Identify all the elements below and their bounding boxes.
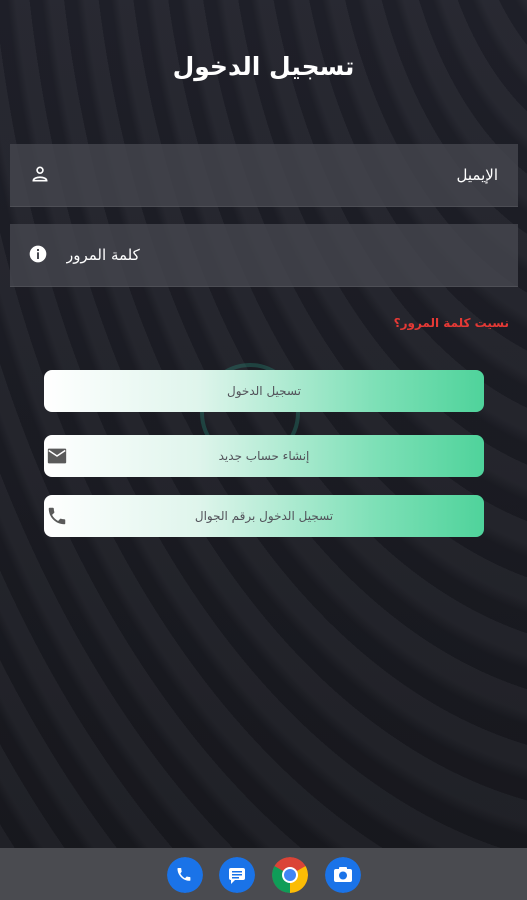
system-dock xyxy=(0,848,527,900)
create-account-label: إنشاء حساب جديد xyxy=(218,449,310,463)
messages-app-icon[interactable] xyxy=(219,857,255,893)
login-button[interactable]: تسجيل الدخول xyxy=(44,370,484,412)
person-icon xyxy=(32,166,48,182)
email-field-container[interactable] xyxy=(10,144,518,207)
phone-login-label: تسجيل الدخول برقم الجوال xyxy=(194,509,334,523)
info-icon xyxy=(29,245,47,263)
password-input[interactable] xyxy=(10,224,518,286)
page-title: تسجيل الدخول xyxy=(172,52,355,81)
phone-login-button[interactable]: تسجيل الدخول برقم الجوال xyxy=(44,495,484,537)
camera-app-icon[interactable] xyxy=(325,857,361,893)
create-account-button[interactable]: إنشاء حساب جديد xyxy=(44,435,484,477)
chrome-app-icon[interactable] xyxy=(272,857,308,893)
forgot-password-link[interactable]: نسيت كلمة المرور؟ xyxy=(394,316,509,330)
login-screen: تسجيل الدخول نسيت كلمة المرور؟ تسجيل الد… xyxy=(0,0,527,848)
email-input[interactable] xyxy=(10,144,518,206)
password-field-container[interactable] xyxy=(10,224,518,287)
phone-app-icon[interactable] xyxy=(167,857,203,893)
mail-icon xyxy=(47,448,67,464)
phone-icon xyxy=(48,507,66,525)
login-button-label: تسجيل الدخول xyxy=(227,384,301,398)
